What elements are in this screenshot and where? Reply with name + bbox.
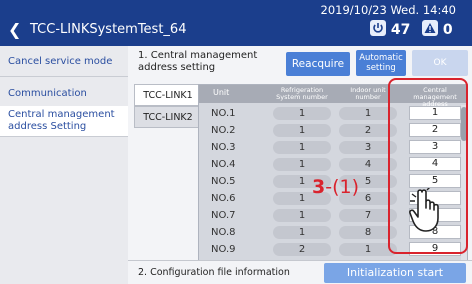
unit-cell: NO.3	[211, 142, 236, 153]
alert-count: 0	[442, 22, 453, 38]
hand-pointer-icon	[408, 186, 448, 234]
refrigeration-cell: 1	[273, 209, 331, 222]
refrigeration-cell: 2	[273, 243, 331, 256]
refrigeration-cell: 1	[273, 107, 331, 120]
ok-button: OK	[412, 50, 468, 76]
refrigeration-cell: 1	[273, 226, 331, 239]
unit-cell: NO.4	[211, 159, 236, 170]
sidebar-divider	[0, 76, 128, 77]
refrigeration-cell: 1	[273, 124, 331, 137]
refrigeration-cell: 1	[273, 141, 331, 154]
datetime-display: 2019/10/23 Wed. 14:40	[320, 3, 456, 17]
sidebar-item-central-management-address[interactable]: Central management address Setting	[0, 106, 128, 136]
tab-tcc-link1[interactable]: TCC-LINK1	[134, 84, 202, 106]
tab-tcc-link2[interactable]: TCC-LINK2	[134, 106, 202, 128]
unit-cell: NO.8	[211, 227, 236, 238]
section-title-central-management: 1. Central management address setting	[138, 50, 258, 73]
sidebar-divider	[0, 136, 128, 137]
step-sub: -(1)	[325, 176, 360, 198]
tab-column: TCC-LINK1 TCC-LINK2	[134, 84, 202, 284]
section-title-configuration-file: 2. Configuration file information	[138, 267, 290, 278]
reacquire-button[interactable]: Reacquire	[286, 52, 350, 76]
sidebar-item-cancel-service-mode[interactable]: Cancel service mode	[0, 52, 128, 72]
unit-cell: NO.6	[211, 193, 236, 204]
power-count: 47	[390, 22, 411, 38]
alert-icon	[422, 20, 438, 36]
column-header-unit: Unit	[213, 88, 230, 97]
footer-bar: 2. Configuration file information Initia…	[128, 260, 472, 284]
chevron-left-icon[interactable]: ❮	[8, 20, 21, 40]
unit-cell: NO.9	[211, 244, 236, 255]
unit-cell: NO.1	[211, 108, 236, 119]
power-icon	[370, 20, 386, 36]
unit-cell: NO.2	[211, 125, 236, 136]
sidebar: Cancel service mode Communication Centra…	[0, 46, 128, 284]
column-header-refrigeration: Refrigeration System number	[276, 86, 328, 101]
automatic-setting-button[interactable]: Automatic setting	[356, 50, 406, 76]
unit-cell: NO.7	[211, 210, 236, 221]
alert-status[interactable]: 0	[422, 20, 466, 40]
app-title: TCC-LINKSystemTest_64	[30, 22, 187, 37]
step-annotation: 3-(1)	[312, 176, 359, 198]
power-status[interactable]: 47	[370, 20, 420, 40]
unit-cell: NO.5	[211, 176, 236, 187]
refrigeration-cell: 1	[273, 158, 331, 171]
sidebar-item-communication[interactable]: Communication	[0, 84, 128, 104]
initialization-start-button[interactable]: Initialization start	[324, 263, 466, 283]
step-number: 3	[312, 176, 326, 198]
title-bar: ❮ TCC-LINKSystemTest_64 2019/10/23 Wed. …	[0, 0, 472, 46]
